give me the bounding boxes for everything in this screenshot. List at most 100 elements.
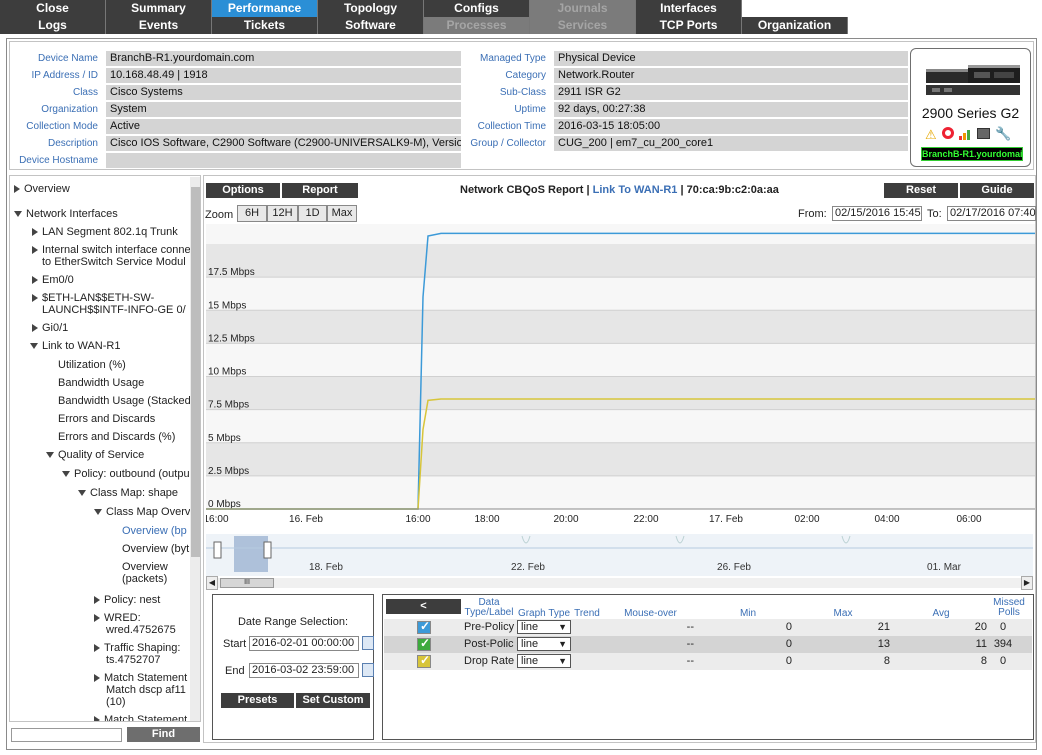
tree-item-traffic-shaping[interactable]: Traffic Shaping:	[94, 642, 180, 654]
tree-item-link-to-wan[interactable]: Link to WAN-R1	[30, 340, 120, 352]
collapse-icon[interactable]	[30, 343, 38, 350]
expand-icon[interactable]	[32, 276, 38, 285]
tree-item-overview-packets-cont[interactable]: (packets)	[122, 573, 167, 585]
scroll-right-arrow-icon[interactable]: ▶	[1021, 576, 1033, 590]
tree-search-input[interactable]	[11, 728, 122, 742]
to-date-input[interactable]: 02/17/2016 07:40	[947, 206, 1036, 221]
graph-type-select[interactable]: line	[517, 637, 571, 651]
scroll-thumb[interactable]: III	[220, 578, 274, 588]
collapse-icon[interactable]	[94, 509, 102, 516]
tree-item-bandwidth-stacked[interactable]: Bandwidth Usage (Stacked	[58, 395, 191, 407]
calendar-icon[interactable]	[362, 636, 374, 650]
tree-item-overview-bps[interactable]: Overview (bp	[122, 525, 187, 537]
graph-type-select[interactable]: line	[517, 654, 571, 668]
options-button[interactable]: Options	[206, 183, 280, 198]
tree-item-em0-0[interactable]: Em0/0	[32, 274, 74, 286]
set-custom-button[interactable]: Set Custom	[296, 693, 370, 708]
navigator-left-handle[interactable]	[213, 541, 222, 559]
zoom-6h-button[interactable]: 6H	[237, 205, 267, 222]
expand-icon[interactable]	[94, 644, 100, 653]
tree-item-match-dscp-cont[interactable]: (10)	[106, 696, 126, 708]
scroll-left-arrow-icon[interactable]: ◀	[206, 576, 218, 590]
reset-button[interactable]: Reset	[884, 183, 958, 198]
tab-performance[interactable]: Performance	[212, 0, 318, 17]
table-row[interactable]: ✓ Post-Policline -- 0 13 11 394	[384, 636, 1032, 653]
tree-item-match-statement-1[interactable]: Match Statement	[94, 672, 187, 684]
collapse-icon[interactable]	[14, 211, 22, 218]
tab-summary[interactable]: Summary	[106, 0, 212, 17]
printer-icon[interactable]	[977, 128, 990, 139]
tree-item-qos[interactable]: Quality of Service	[46, 449, 144, 461]
lifebuoy-icon[interactable]	[942, 127, 954, 139]
zoom-12h-button[interactable]: 12H	[267, 205, 298, 222]
warning-icon[interactable]: ⚠	[925, 127, 937, 143]
tree-item-class-map-overview[interactable]: Class Map Overv	[94, 506, 190, 518]
tree-item-class-map-shape[interactable]: Class Map: shape	[78, 487, 178, 499]
tab-events[interactable]: Events	[106, 17, 212, 34]
navigator-right-handle[interactable]	[263, 541, 272, 559]
zoom-1d-button[interactable]: 1D	[298, 205, 327, 222]
tree-item-policy-outbound[interactable]: Policy: outbound (outpu	[62, 468, 190, 480]
chart-scrollbar[interactable]: ◀ III ▶	[206, 576, 1033, 590]
tab-tcp-ports[interactable]: TCP Ports	[636, 17, 742, 34]
tab-software[interactable]: Software	[318, 17, 424, 34]
presets-button[interactable]: Presets	[221, 693, 294, 708]
from-date-input[interactable]: 02/15/2016 15:45	[832, 206, 922, 221]
tree-item-internal-switch[interactable]: Internal switch interface conne	[32, 244, 191, 256]
tree-item-eth-lan[interactable]: $ETH-LAN$$ETH-SW-	[32, 292, 154, 304]
interface-link[interactable]: Link To WAN-R1	[593, 184, 678, 196]
collapse-icon[interactable]	[46, 452, 54, 459]
tab-organization[interactable]: Organization	[742, 17, 848, 34]
tree-item-errors-discards[interactable]: Errors and Discards	[58, 413, 155, 425]
tree-item-network-interfaces[interactable]: Network Interfaces	[14, 208, 118, 220]
expand-icon[interactable]	[14, 185, 20, 194]
expand-icon[interactable]	[94, 674, 100, 683]
tree-item-errors-discards-pct[interactable]: Errors and Discards (%)	[58, 431, 175, 443]
tree-item-overview-packets[interactable]: Overview	[122, 561, 168, 573]
find-button[interactable]: Find	[127, 727, 200, 742]
expand-icon[interactable]	[94, 716, 100, 721]
zoom-max-button[interactable]: Max	[327, 205, 357, 222]
tree-item-match-dscp[interactable]: Match dscp af11	[106, 684, 186, 696]
expand-icon[interactable]	[32, 246, 38, 255]
tree-item-traffic-shaping-cont[interactable]: ts.4752707	[106, 654, 160, 666]
signal-bars-icon[interactable]	[959, 128, 973, 140]
graph-type-select[interactable]: line	[517, 620, 571, 634]
tree-item-policy-nest[interactable]: Policy: nest	[94, 594, 160, 606]
chart-navigator[interactable]: 18. Feb 22. Feb 26. Feb 01. Mar	[206, 534, 1033, 576]
series-toggle-checkbox[interactable]: ✓	[417, 636, 431, 651]
tab-tickets[interactable]: Tickets	[212, 17, 318, 34]
expand-icon[interactable]	[32, 324, 38, 333]
tree-scrollbar-thumb[interactable]	[191, 187, 200, 557]
tab-configs[interactable]: Configs	[424, 0, 530, 17]
tab-interfaces[interactable]: Interfaces	[636, 0, 742, 17]
tree-item-overview-bytes[interactable]: Overview (byt	[122, 543, 189, 555]
tab-close[interactable]: Close	[0, 0, 106, 17]
report-button[interactable]: Report	[282, 183, 358, 198]
guide-button[interactable]: Guide	[960, 183, 1034, 198]
tab-logs[interactable]: Logs	[0, 17, 106, 34]
tree-item-wred[interactable]: WRED:	[94, 612, 141, 624]
navigator-selection[interactable]	[234, 536, 268, 572]
wrench-icon[interactable]: 🔧	[995, 126, 1011, 142]
series-toggle-checkbox[interactable]: ✓	[417, 653, 431, 668]
expand-icon[interactable]	[94, 596, 100, 605]
series-toggle-checkbox[interactable]: ✓	[417, 619, 431, 634]
table-row[interactable]: ✓Drop Rateline--0880	[384, 653, 1032, 670]
tree-item-bandwidth-usage[interactable]: Bandwidth Usage	[58, 377, 144, 389]
tree-item-gi0-1[interactable]: Gi0/1	[32, 322, 68, 334]
tree-item-overview[interactable]: Overview	[14, 183, 70, 195]
calendar-icon[interactable]	[362, 663, 374, 677]
bandwidth-chart[interactable]: 0 Mbps2.5 Mbps5 Mbps7.5 Mbps10 Mbps12.5 …	[206, 224, 1035, 534]
collapse-table-button[interactable]: <	[386, 599, 461, 614]
collapse-icon[interactable]	[78, 490, 86, 497]
tree-item-internal-switch-cont[interactable]: to EtherSwitch Service Modul	[42, 256, 186, 268]
tab-topology[interactable]: Topology	[318, 0, 424, 17]
tree-item-wred-cont[interactable]: wred.4752675	[106, 624, 176, 636]
tree-item-lan-segment[interactable]: LAN Segment 802.1q Trunk	[32, 226, 178, 238]
end-date-input[interactable]: 2016-03-02 23:59:00	[249, 663, 359, 678]
expand-icon[interactable]	[94, 614, 100, 623]
collapse-icon[interactable]	[62, 471, 70, 478]
start-date-input[interactable]: 2016-02-01 00:00:00	[249, 636, 359, 651]
tree-item-match-statement-2[interactable]: Match Statement	[94, 714, 187, 721]
